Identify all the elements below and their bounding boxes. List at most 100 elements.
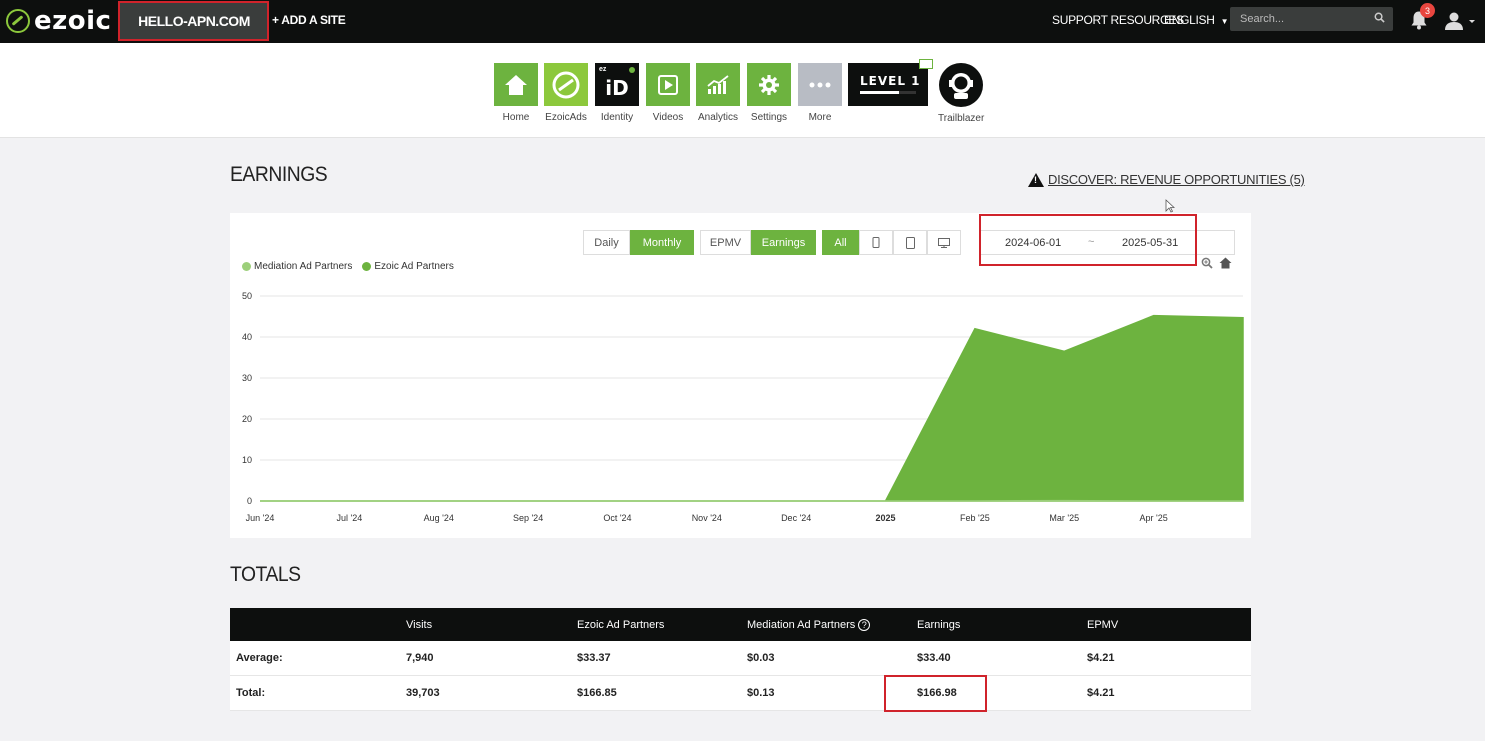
header-mediation-label: Mediation Ad Partners: [747, 618, 856, 631]
identity-badge: ez: [599, 66, 607, 73]
header-epmv: EPMV: [1087, 618, 1119, 631]
y-tick-label: 30: [242, 373, 252, 383]
level-label: LEVEL 1: [860, 74, 921, 88]
earnings-heading: EARNINGS: [230, 163, 328, 186]
nav-label-identity: Identity: [600, 112, 634, 123]
x-tick-label: Aug '24: [424, 513, 454, 523]
add-site-link[interactable]: + ADD A SITE: [272, 13, 346, 27]
cell-epmv: $4.21: [1087, 652, 1115, 664]
x-tick-label: Oct '24: [603, 513, 631, 523]
search-icon[interactable]: [1374, 12, 1385, 23]
header-ezoic-ad-partners: Ezoic Ad Partners: [577, 618, 665, 631]
x-tick-label: Jul '24: [336, 513, 362, 523]
level-progress-bar: [860, 91, 916, 94]
chevron-down-icon: ▼: [1220, 17, 1229, 26]
table-row-total: Total: 39,703 $166.85 $0.13 $166.98 $4.2…: [230, 676, 1251, 711]
x-tick-label: Feb '25: [960, 513, 990, 523]
ezoic-logo[interactable]: ezoic: [6, 6, 111, 36]
level-badge[interactable]: LEVEL 1: [848, 63, 928, 106]
ezoicads-tile: [544, 63, 588, 106]
cell-ezoic: $33.37: [577, 652, 611, 664]
brand-name: ezoic: [34, 6, 112, 36]
ezoicads-icon: [552, 71, 580, 98]
analytics-icon: [707, 74, 729, 94]
more-tile: [798, 63, 842, 106]
nav-ezoicads[interactable]: EzoicAds: [544, 63, 588, 123]
cell-epmv: $4.21: [1087, 687, 1115, 699]
astronaut-icon: [949, 73, 973, 99]
x-tick-label: Apr '25: [1140, 513, 1168, 523]
header-visits: Visits: [406, 618, 433, 631]
x-tick-label: Dec '24: [781, 513, 811, 523]
nav-label-more: More: [808, 112, 832, 123]
earnings-area-chart: 0 10 20 30 40 50 Jun '24 Jul '24 Aug '24 Sep '24 O…: [242, 291, 1244, 523]
language-label: ENGLISH: [1164, 13, 1215, 27]
table-header: Visits Ezoic Ad Partners Mediation Ad Pa…: [230, 608, 1251, 641]
nav-home[interactable]: Home: [494, 63, 538, 123]
y-tick-label: 20: [242, 414, 252, 424]
nav-label-analytics: Analytics: [697, 112, 738, 123]
y-tick-label: 0: [247, 496, 252, 506]
cell-mediation: $0.03: [747, 652, 775, 664]
x-tick-label: Mar '25: [1049, 513, 1079, 523]
nav-trailblazer[interactable]: Trailblazer: [938, 63, 984, 124]
identity-tile: ez iD: [595, 63, 639, 106]
home-tile: [494, 63, 538, 106]
nav-label-ezoicads: EzoicAds: [545, 112, 587, 123]
x-tick-label: 2025: [876, 513, 896, 523]
cell-mediation: $0.13: [747, 687, 775, 699]
header-earnings: Earnings: [917, 618, 961, 631]
settings-tile: [747, 63, 791, 106]
y-tick-label: 10: [242, 455, 252, 465]
nav-label-home: Home: [502, 112, 530, 123]
level-progress-fill: [860, 91, 900, 94]
nav-analytics[interactable]: Analytics: [696, 63, 740, 123]
analytics-tile: [696, 63, 740, 106]
mail-icon[interactable]: [919, 59, 933, 69]
nav-more[interactable]: More: [798, 63, 842, 123]
header-mediation-ad-partners: Mediation Ad Partners ?: [747, 608, 871, 641]
x-tick-label: Jun '24: [246, 513, 275, 523]
row-label: Average:: [236, 652, 283, 664]
discover-revenue-link[interactable]: DISCOVER: REVENUE OPPORTUNITIES (5): [1028, 172, 1305, 187]
mouse-pointer-icon: [1165, 199, 1175, 213]
nav-settings[interactable]: Settings: [747, 63, 791, 123]
ezoic-logo-icon: [6, 9, 30, 33]
user-avatar-icon[interactable]: [1444, 11, 1476, 31]
cell-ezoic: $166.85: [577, 687, 617, 699]
gear-icon: [759, 74, 779, 95]
app-nav: Home EzoicAds ez iD Identity Videos Anal…: [0, 43, 1485, 138]
x-tick-label: Sep '24: [513, 513, 543, 523]
language-dropdown[interactable]: ENGLISH ▼: [1164, 13, 1229, 27]
more-icon: [809, 82, 831, 87]
y-tick-label: 40: [242, 332, 252, 342]
notification-badge[interactable]: 3: [1420, 3, 1435, 18]
cell-visits: 39,703: [406, 687, 440, 699]
identity-status-dot: [629, 67, 635, 73]
nav-label-videos: Videos: [652, 112, 684, 123]
nav-videos[interactable]: Videos: [646, 63, 690, 123]
cell-earnings: $33.40: [917, 652, 951, 664]
nav-label-settings: Settings: [750, 112, 788, 123]
search-box: [1230, 7, 1393, 31]
help-icon[interactable]: ?: [858, 618, 871, 631]
totals-heading: TOTALS: [230, 563, 301, 586]
earnings-chart-card: Daily Monthly EPMV Earnings All 2024-06-…: [230, 213, 1251, 538]
identity-icon: iD: [605, 75, 629, 100]
nav-label-trailblazer: Trailblazer: [938, 113, 985, 124]
cell-visits: 7,940: [406, 652, 434, 664]
videos-tile: [646, 63, 690, 106]
video-icon: [658, 74, 678, 95]
warning-icon: [1028, 172, 1044, 187]
discover-label: DISCOVER: REVENUE OPPORTUNITIES (5): [1048, 172, 1305, 187]
nav-identity[interactable]: ez iD Identity: [595, 63, 639, 123]
y-tick-label: 50: [242, 291, 252, 301]
series-area-ezoic: [260, 314, 1244, 502]
x-tick-label: Nov '24: [692, 513, 722, 523]
search-input[interactable]: [1230, 7, 1370, 31]
home-icon: [505, 74, 527, 95]
site-tab[interactable]: HELLO-APN.COM: [120, 2, 268, 40]
trailblazer-tile: [939, 63, 983, 107]
top-bar: ezoic HELLO-APN.COM + ADD A SITE SUPPORT…: [0, 0, 1485, 43]
table-row-average: Average: 7,940 $33.37 $0.03 $33.40 $4.21: [230, 641, 1251, 676]
